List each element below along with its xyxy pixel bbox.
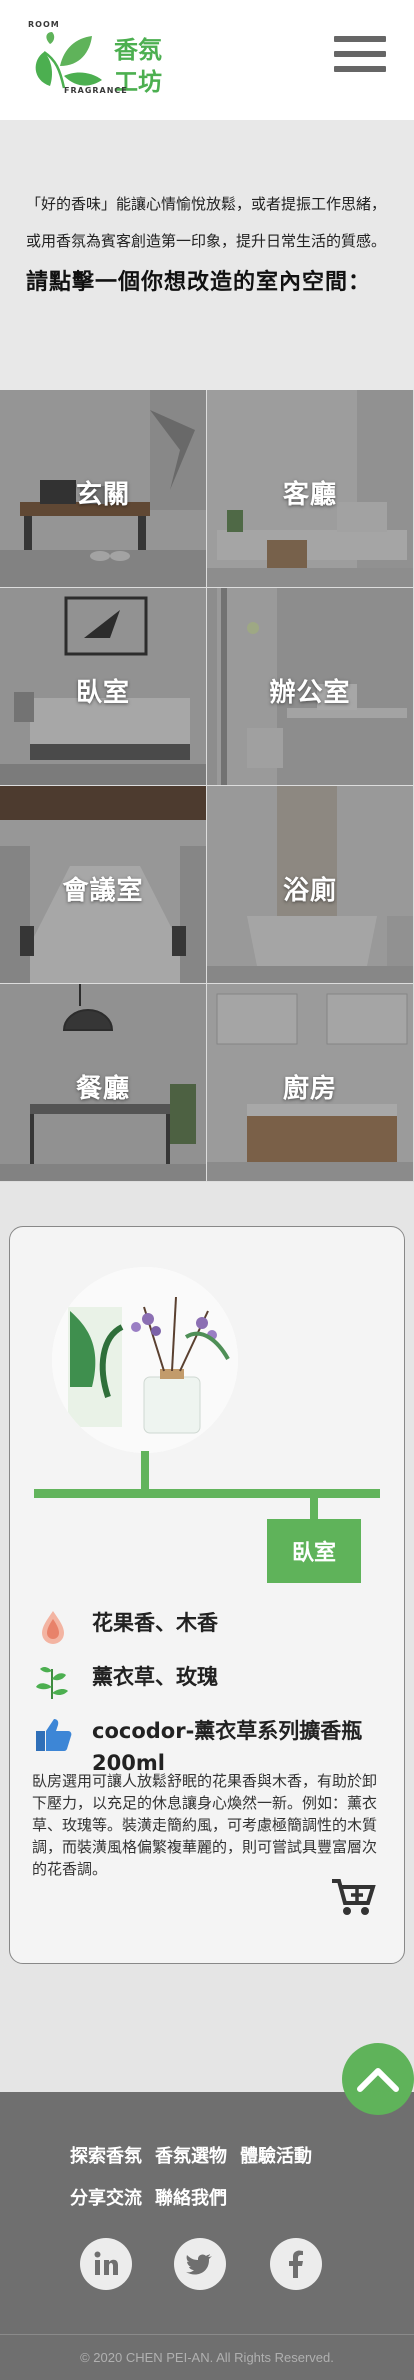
intro-section: 「好的香味」能讓心情愉悅放鬆，或者提振工作思緒，或用香氛為賓客創造第一印象，提升… xyxy=(0,120,414,390)
footer-nav: 探索香氛 香氛選物 體驗活動分享交流 聯絡我們 xyxy=(70,2136,370,2220)
menu-bar xyxy=(334,66,386,72)
add-to-cart-icon[interactable] xyxy=(330,1877,376,1917)
room-tile-kitchen[interactable]: 廚房 xyxy=(207,984,414,1182)
room-grid: 玄關 客廳 臥室 辦公室 會議室 浴廁 餐廳 廚房 xyxy=(0,390,414,1182)
twitter-glyph xyxy=(186,2254,212,2275)
site-logo[interactable]: ROOM 香氛 工坊 FRAGRANCE xyxy=(28,16,168,108)
scent-drop-icon xyxy=(42,1611,64,1644)
footer-link-share[interactable]: 分享交流 xyxy=(70,2178,142,2220)
herb-leaf-icon xyxy=(36,1667,68,1699)
footer-divider xyxy=(0,2334,414,2335)
menu-bar xyxy=(334,51,386,57)
facebook-glyph xyxy=(289,2250,303,2278)
feature-herb: 薰衣草、玫瑰 xyxy=(32,1661,218,1701)
room-tile-bedroom[interactable]: 臥室 xyxy=(0,588,207,786)
logo-title-line1: 香氛 xyxy=(114,35,162,64)
leaf-logo-icon xyxy=(35,32,102,89)
room-tag: 臥室 xyxy=(267,1519,361,1583)
hamburger-menu-icon[interactable] xyxy=(334,36,386,82)
site-header: ROOM 香氛 工坊 FRAGRANCE xyxy=(0,0,414,120)
room-tile-meeting-room[interactable]: 會議室 xyxy=(0,786,207,984)
copyright-text: © 2020 CHEN PEI-AN. All Rights Reserved. xyxy=(80,2350,334,2365)
menu-bar xyxy=(334,36,386,42)
twitter-icon[interactable] xyxy=(174,2238,226,2290)
room-tile-entrance[interactable]: 玄關 xyxy=(0,390,207,588)
connector-line xyxy=(310,1497,318,1519)
footer-link-events[interactable]: 體驗活動 xyxy=(240,2136,312,2178)
logo-room-text: ROOM xyxy=(28,20,60,29)
logo-fragrance-text: FRAGRANCE xyxy=(64,86,128,95)
linkedin-glyph xyxy=(94,2251,118,2275)
linkedin-icon[interactable] xyxy=(80,2238,132,2290)
room-tile-living-room[interactable]: 客廳 xyxy=(207,390,414,588)
room-label: 餐廳 xyxy=(75,1074,130,1104)
product-image xyxy=(52,1267,238,1453)
back-to-top-button[interactable] xyxy=(342,2043,414,2115)
connector-line xyxy=(34,1489,380,1498)
product-section: 臥室 花果香、木香 薰衣草、玫瑰 cocodor-薰衣草系列擴香瓶 200ml … xyxy=(0,1182,414,2092)
product-description: 臥房選用可讓人放鬆舒眠的花果香與木香，有助於卸下壓力，以充足的休息讓身心煥然一新… xyxy=(32,1772,378,1878)
footer-link-shop[interactable]: 香氛選物 xyxy=(155,2136,227,2178)
room-tile-bathroom[interactable]: 浴廁 xyxy=(207,786,414,984)
room-tile-dining-room[interactable]: 餐廳 xyxy=(0,984,207,1182)
room-label: 臥室 xyxy=(75,678,130,708)
diffuser-bottle-illustration xyxy=(52,1267,238,1453)
footer-link-explore[interactable]: 探索香氛 xyxy=(70,2136,142,2178)
feature-scent: 花果香、木香 xyxy=(32,1607,218,1647)
room-label: 廚房 xyxy=(282,1074,337,1104)
chevron-up-icon xyxy=(357,2068,399,2092)
footer-link-contact[interactable]: 聯絡我們 xyxy=(155,2178,227,2220)
thumbs-up-icon xyxy=(36,1719,72,1751)
room-label: 會議室 xyxy=(62,876,144,906)
connector-line xyxy=(141,1451,149,1493)
product-card: 臥室 花果香、木香 薰衣草、玫瑰 cocodor-薰衣草系列擴香瓶 200ml … xyxy=(9,1226,405,1964)
facebook-icon[interactable] xyxy=(270,2238,322,2290)
room-label: 辦公室 xyxy=(269,678,351,708)
site-footer: 探索香氛 香氛選物 體驗活動分享交流 聯絡我們 © 2020 CHEN PEI-AN.… xyxy=(0,2092,414,2380)
intro-text: 「好的香味」能讓心情愉悅放鬆，或者提振工作思緒，或用香氛為賓客創造第一印象，提升… xyxy=(26,195,387,250)
intro-heading: 請點擊一個你想改造的室內空間： xyxy=(26,270,372,295)
room-label: 浴廁 xyxy=(282,876,337,906)
room-tile-office[interactable]: 辦公室 xyxy=(207,588,414,786)
room-label: 玄關 xyxy=(75,480,130,510)
room-label: 客廳 xyxy=(282,480,337,510)
feature-text: 花果香、木香 xyxy=(92,1611,218,1635)
feature-text: 薰衣草、玫瑰 xyxy=(92,1665,218,1689)
